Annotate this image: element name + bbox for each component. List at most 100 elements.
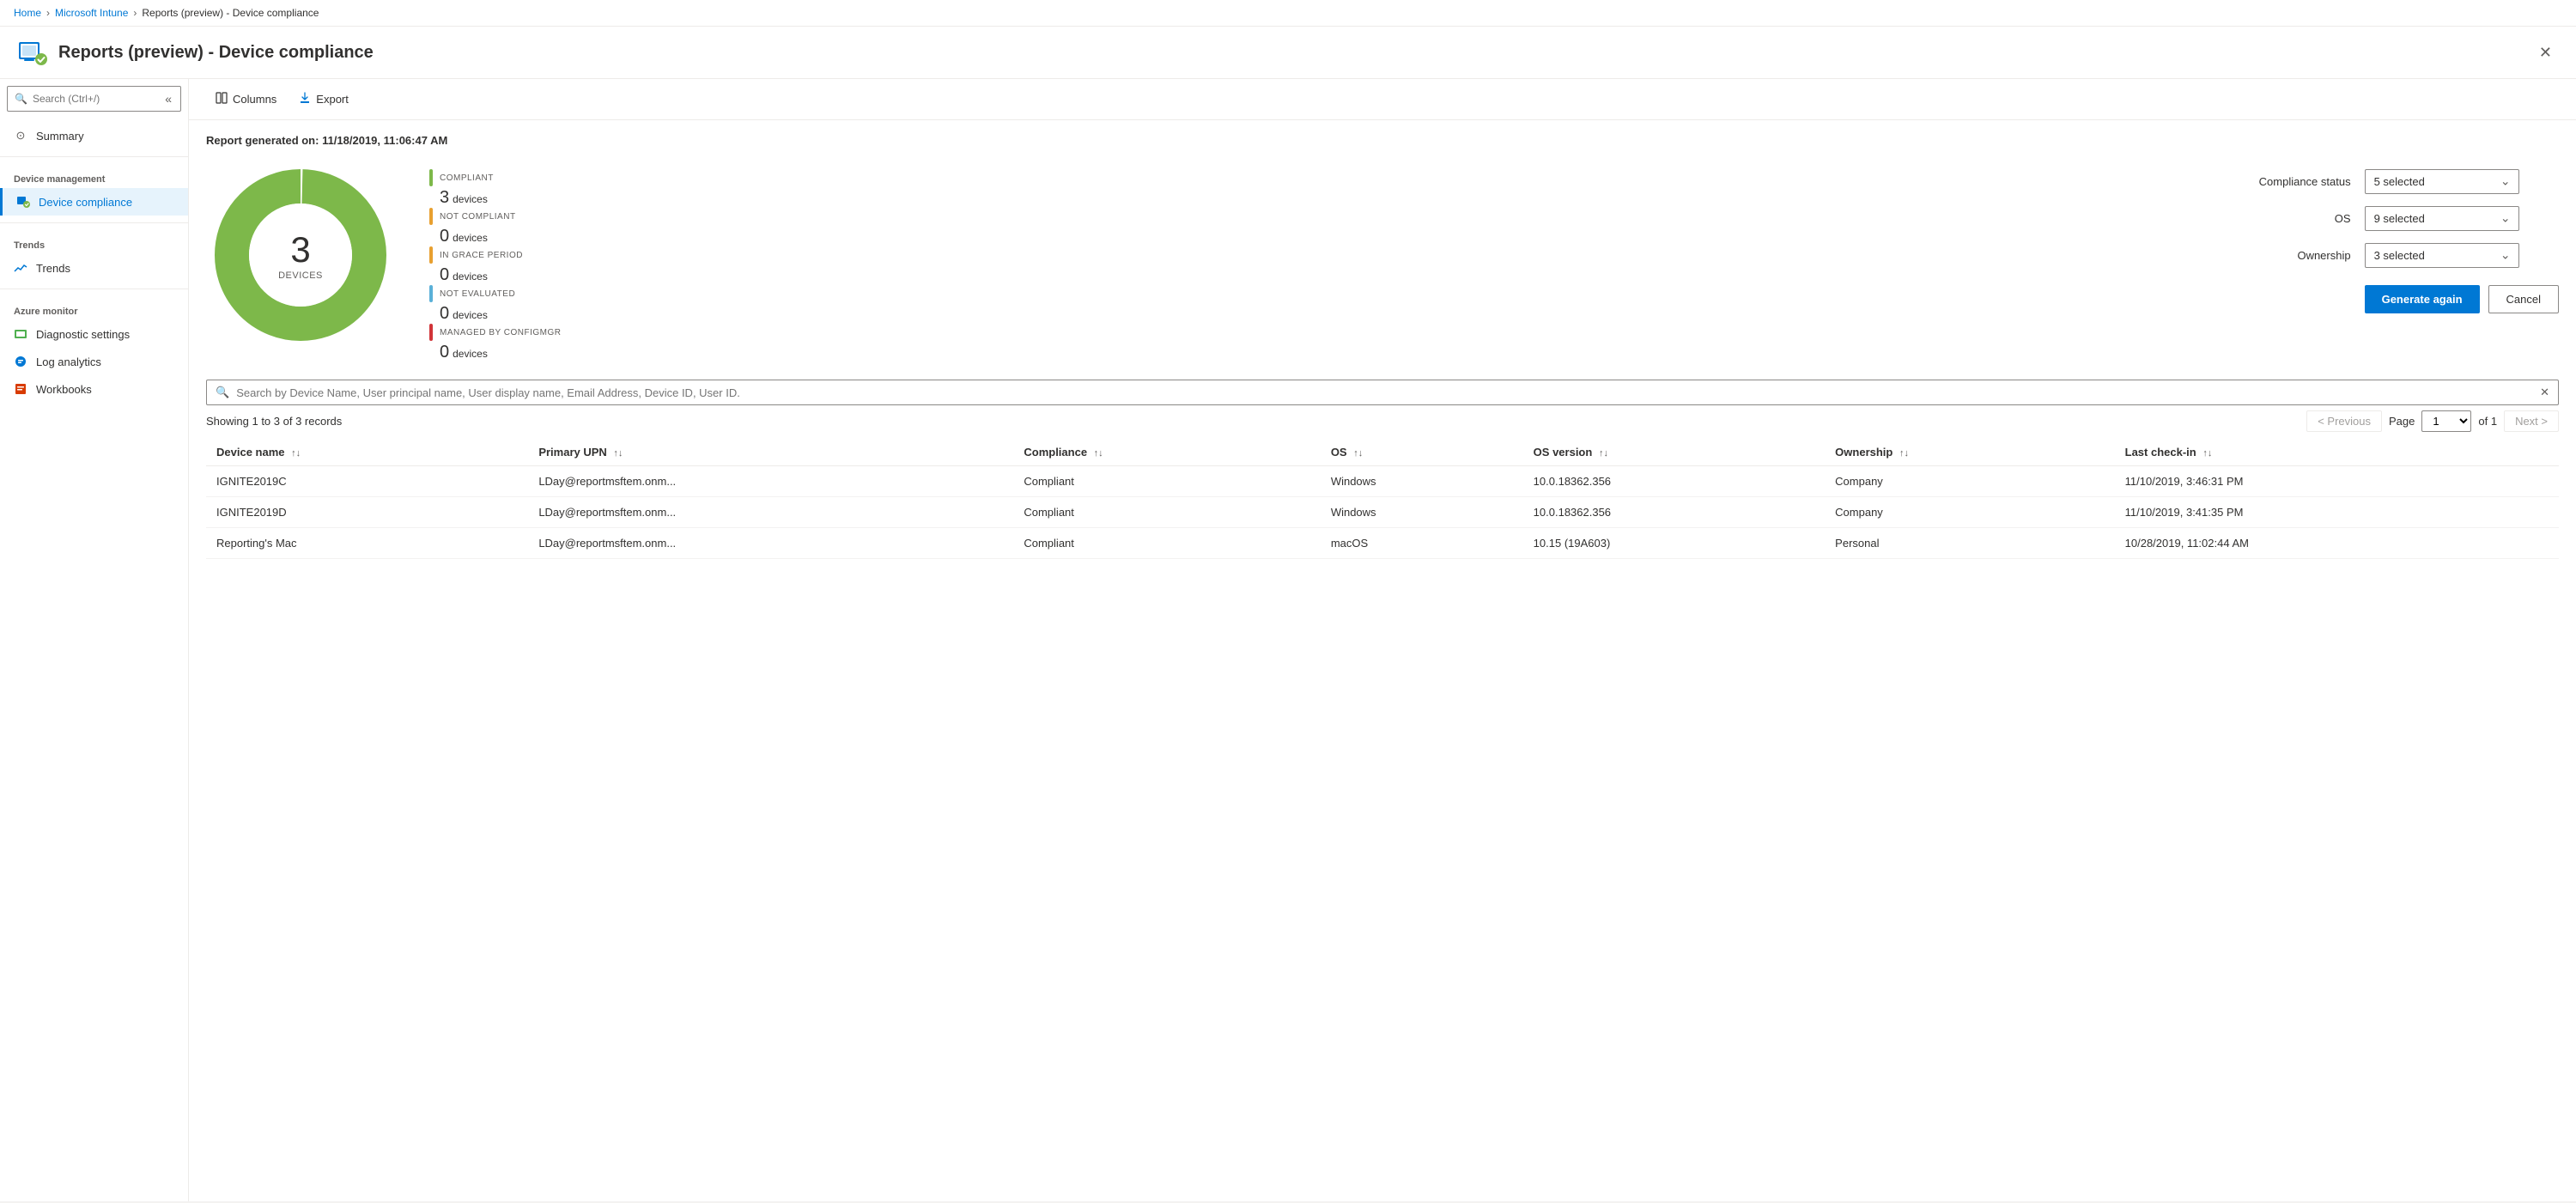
sidebar-section-trends: Trends bbox=[0, 230, 188, 254]
toolbar: Columns Export bbox=[189, 79, 2576, 120]
main-panel: Columns Export Report generated on: 11/1… bbox=[189, 79, 2576, 1201]
sidebar-divider-2 bbox=[0, 222, 188, 223]
os-select[interactable]: 9 selected bbox=[2365, 206, 2519, 231]
sidebar-item-device-compliance[interactable]: Device compliance bbox=[0, 188, 188, 216]
col-device-name[interactable]: Device name ↑↓ bbox=[206, 439, 528, 466]
sidebar-item-workbooks[interactable]: Workbooks bbox=[0, 375, 188, 403]
sidebar-item-label-summary: Summary bbox=[36, 130, 84, 143]
table-search-input[interactable] bbox=[236, 386, 2533, 399]
showing-label: Showing 1 to 3 of 3 records bbox=[206, 415, 342, 428]
table-search-clear[interactable]: ✕ bbox=[2540, 386, 2549, 399]
compliance-status-select-wrapper: 5 selected bbox=[2365, 169, 2519, 194]
search-icon: 🔍 bbox=[15, 93, 27, 105]
page-title: Reports (preview) - Device compliance bbox=[58, 43, 374, 63]
col-os-version[interactable]: OS version ↑↓ bbox=[1523, 439, 1826, 466]
cell-os-version-0: 10.0.18362.356 bbox=[1523, 466, 1826, 497]
table-header: Device name ↑↓ Primary UPN ↑↓ Compliance… bbox=[206, 439, 2559, 466]
legend-count-compliant: 3 bbox=[440, 188, 449, 208]
cell-upn-2: LDay@reportmsftem.onm... bbox=[528, 528, 1013, 559]
close-button[interactable]: ✕ bbox=[2532, 40, 2559, 65]
sidebar-item-label-log-analytics: Log analytics bbox=[36, 355, 101, 368]
compliance-status-select[interactable]: 5 selected bbox=[2365, 169, 2519, 194]
export-button[interactable]: Export bbox=[289, 86, 358, 112]
col-os-label: OS bbox=[1331, 446, 1347, 459]
os-select-wrapper: 9 selected bbox=[2365, 206, 2519, 231]
export-label: Export bbox=[316, 93, 349, 106]
previous-button[interactable]: < Previous bbox=[2306, 410, 2382, 432]
table-row[interactable]: Reporting's Mac LDay@reportmsftem.onm...… bbox=[206, 528, 2559, 559]
breadcrumb: Home › Microsoft Intune › Reports (previ… bbox=[0, 0, 2576, 27]
legend-bar-not-evaluated bbox=[429, 285, 433, 302]
sidebar-item-log-analytics[interactable]: Log analytics bbox=[0, 348, 188, 375]
breadcrumb-intune[interactable]: Microsoft Intune bbox=[55, 7, 128, 19]
col-compliance[interactable]: Compliance ↑↓ bbox=[1013, 439, 1320, 466]
col-last-checkin-label: Last check-in bbox=[2125, 446, 2196, 459]
donut-total: 3 bbox=[278, 229, 323, 270]
cell-device-name-0: IGNITE2019C bbox=[206, 466, 528, 497]
legend-count-in-grace-period: 0 bbox=[440, 265, 449, 285]
columns-button[interactable]: Columns bbox=[206, 86, 286, 112]
page-header: Reports (preview) - Device compliance ✕ bbox=[0, 27, 2576, 79]
next-button[interactable]: Next > bbox=[2504, 410, 2559, 432]
report-generated-label: Report generated on: 11/18/2019, 11:06:4… bbox=[206, 134, 2559, 147]
legend-item-managed-by-configmgr: MANAGED BY CONFIGMGR 0 devices bbox=[429, 324, 601, 362]
summary-icon: ⊙ bbox=[14, 129, 27, 143]
ownership-select-wrapper: 3 selected bbox=[2365, 243, 2519, 268]
cell-compliance-2: Compliant bbox=[1013, 528, 1320, 559]
pagination: < Previous Page 1 of 1 Next > bbox=[2306, 410, 2559, 432]
cell-upn-0: LDay@reportmsftem.onm... bbox=[528, 466, 1013, 497]
device-compliance-icon bbox=[17, 37, 48, 68]
sort-icon-os-version: ↑↓ bbox=[1599, 448, 1608, 459]
sidebar-item-label-workbooks: Workbooks bbox=[36, 383, 92, 396]
cell-ownership-0: Company bbox=[1825, 466, 2114, 497]
page-label: Page bbox=[2389, 415, 2415, 428]
legend-status-not-evaluated: NOT EVALUATED bbox=[440, 289, 515, 299]
col-last-checkin[interactable]: Last check-in ↑↓ bbox=[2115, 439, 2559, 466]
compliance-status-filter-row: Compliance status 5 selected bbox=[2239, 169, 2559, 194]
col-os[interactable]: OS ↑↓ bbox=[1321, 439, 1523, 466]
col-ownership[interactable]: Ownership ↑↓ bbox=[1825, 439, 2114, 466]
sidebar-search-wrapper: 🔍 « bbox=[7, 86, 181, 112]
col-device-name-label: Device name bbox=[216, 446, 285, 459]
cancel-button[interactable]: Cancel bbox=[2488, 285, 2559, 313]
legend-bar-not-compliant bbox=[429, 208, 433, 225]
columns-label: Columns bbox=[233, 93, 276, 106]
legend-item-compliant: COMPLIANT 3 devices bbox=[429, 169, 601, 208]
sidebar-item-diagnostic-settings[interactable]: Diagnostic settings bbox=[0, 320, 188, 348]
cell-upn-1: LDay@reportmsftem.onm... bbox=[528, 497, 1013, 528]
workbooks-icon bbox=[14, 382, 27, 396]
ownership-select[interactable]: 3 selected bbox=[2365, 243, 2519, 268]
cell-compliance-1: Compliant bbox=[1013, 497, 1320, 528]
legend-item-not-compliant: NOT COMPLIANT 0 devices bbox=[429, 208, 601, 246]
legend-devices-not-evaluated: devices bbox=[453, 309, 488, 321]
content-area: 🔍 « ⊙ Summary Device management Device c… bbox=[0, 79, 2576, 1201]
sidebar-item-label-diagnostic: Diagnostic settings bbox=[36, 328, 130, 341]
table-row[interactable]: IGNITE2019D LDay@reportmsftem.onm... Com… bbox=[206, 497, 2559, 528]
export-icon bbox=[299, 92, 311, 106]
table-info-row: Showing 1 to 3 of 3 records < Previous P… bbox=[206, 410, 2559, 432]
legend-bar-in-grace-period bbox=[429, 246, 433, 264]
data-table: Device name ↑↓ Primary UPN ↑↓ Compliance… bbox=[206, 439, 2559, 559]
sidebar-item-label-trends: Trends bbox=[36, 262, 70, 275]
sidebar-item-summary[interactable]: ⊙ Summary bbox=[0, 122, 188, 149]
col-primary-upn[interactable]: Primary UPN ↑↓ bbox=[528, 439, 1013, 466]
cell-os-version-1: 10.0.18362.356 bbox=[1523, 497, 1826, 528]
sidebar-item-trends[interactable]: Trends bbox=[0, 254, 188, 282]
legend-bar-compliant bbox=[429, 169, 433, 186]
legend-section: COMPLIANT 3 devices NOT COMPLIANT 0 devi… bbox=[429, 161, 601, 362]
cell-last-checkin-0: 11/10/2019, 3:46:31 PM bbox=[2115, 466, 2559, 497]
generate-again-button[interactable]: Generate again bbox=[2365, 285, 2480, 313]
report-area: Report generated on: 11/18/2019, 11:06:4… bbox=[189, 120, 2576, 1201]
search-input[interactable] bbox=[33, 93, 155, 105]
of-label: of 1 bbox=[2478, 415, 2497, 428]
table-row[interactable]: IGNITE2019C LDay@reportmsftem.onm... Com… bbox=[206, 466, 2559, 497]
legend-count-not-compliant: 0 bbox=[440, 227, 449, 246]
cell-os-2: macOS bbox=[1321, 528, 1523, 559]
cell-last-checkin-2: 10/28/2019, 11:02:44 AM bbox=[2115, 528, 2559, 559]
donut-chart: 3 DEVICES bbox=[206, 161, 395, 349]
breadcrumb-home[interactable]: Home bbox=[14, 7, 41, 19]
ownership-label: Ownership bbox=[2239, 249, 2351, 262]
sidebar-collapse-button[interactable]: « bbox=[163, 90, 173, 107]
legend-count-not-evaluated: 0 bbox=[440, 304, 449, 324]
page-select[interactable]: 1 bbox=[2421, 410, 2471, 432]
